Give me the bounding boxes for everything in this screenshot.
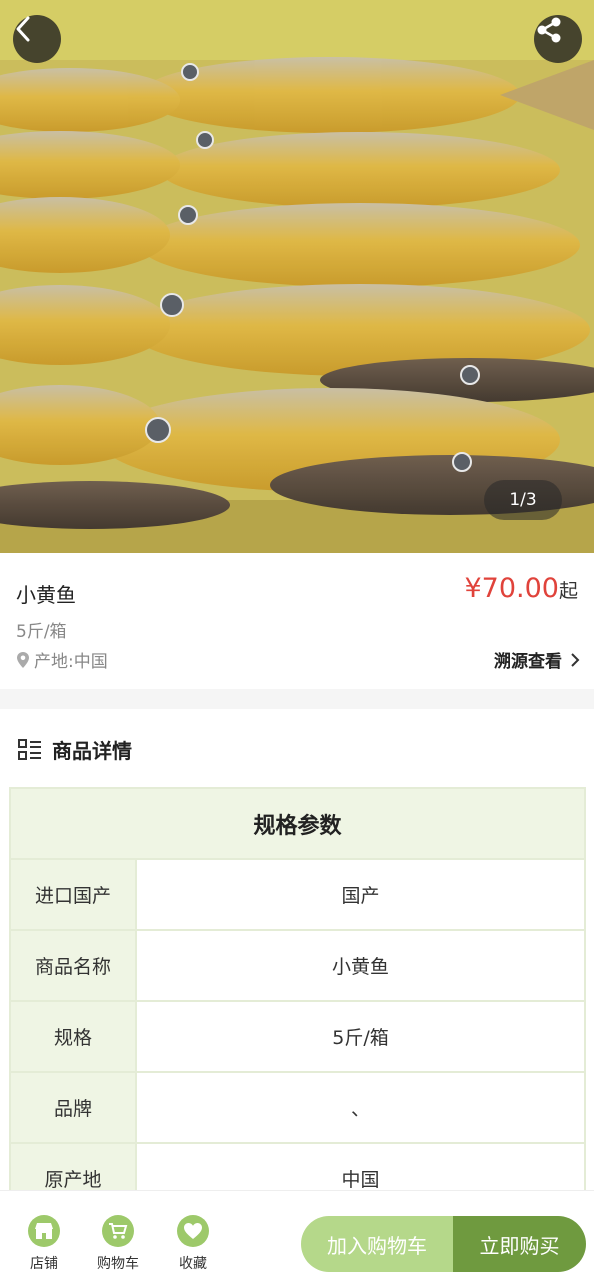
tab-label: 收藏 [179, 1256, 207, 1272]
share-icon [537, 17, 561, 43]
spec-value: 5斤/箱 [135, 1000, 586, 1073]
product-info: 小黄鱼 ¥70.00起 5斤/箱 产地:中国 溯源查看 [0, 553, 594, 689]
product-spec: 5斤/箱 [16, 622, 67, 642]
spec-value: 中国 [135, 1142, 586, 1190]
chevron-left-icon [16, 16, 30, 42]
table-row: 品牌 、 [9, 1071, 586, 1144]
image-pager: 1/3 [484, 480, 562, 520]
trace-link[interactable]: 溯源查看 [494, 647, 580, 672]
tab-label: 购物车 [97, 1256, 139, 1272]
spec-key: 商品名称 [9, 929, 137, 1002]
store-icon [28, 1215, 60, 1247]
cart-icon [102, 1215, 134, 1247]
spec-key: 规格 [9, 1000, 137, 1073]
table-row: 商品名称 小黄鱼 [9, 929, 586, 1002]
list-icon [18, 738, 41, 760]
product-detail-section: 商品详情 规格参数 进口国产 国产 商品名称 小黄鱼 规格 5斤/箱 品牌 、 [0, 709, 594, 1190]
table-row: 原产地 中国 [9, 1142, 586, 1190]
price-suffix: 起 [558, 580, 578, 602]
spec-table: 规格参数 进口国产 国产 商品名称 小黄鱼 规格 5斤/箱 品牌 、 原产地 中… [9, 787, 586, 1190]
product-price: ¥70.00起 [465, 573, 579, 604]
detail-title: 商品详情 [52, 739, 132, 763]
tab-favorite[interactable]: 收藏 [163, 1215, 223, 1273]
tab-store[interactable]: 店铺 [14, 1215, 74, 1273]
spec-key: 进口国产 [9, 858, 137, 931]
fish-photo [0, 0, 594, 553]
origin-label: 产地:中国 [34, 652, 108, 672]
buy-now-button[interactable]: 立即购买 [453, 1216, 586, 1272]
product-page: 1/3 小黄鱼 ¥70.00起 5斤/箱 产地:中国 溯源查看 商品详情 规格参… [0, 0, 594, 1280]
trace-label: 溯源查看 [494, 652, 562, 672]
product-origin: 产地:中国 [16, 647, 108, 672]
product-name: 小黄鱼 [16, 583, 76, 607]
table-row: 规格 5斤/箱 [9, 1000, 586, 1073]
detail-header: 商品详情 [18, 735, 132, 764]
spec-table-title: 规格参数 [9, 787, 586, 860]
spec-table-header-row: 规格参数 [9, 787, 586, 860]
share-button[interactable] [534, 15, 582, 63]
tab-cart[interactable]: 购物车 [88, 1215, 148, 1273]
spec-key: 原产地 [9, 1142, 137, 1190]
heart-icon [177, 1215, 209, 1247]
tab-label: 店铺 [30, 1256, 58, 1272]
spec-value: 国产 [135, 858, 586, 931]
back-button[interactable] [13, 15, 61, 63]
spec-value: 、 [135, 1071, 586, 1144]
spec-value: 小黄鱼 [135, 929, 586, 1002]
bottom-action-bar: 店铺 购物车 收藏 加入购物车 立即购买 [0, 1190, 594, 1280]
product-image-carousel[interactable]: 1/3 [0, 0, 594, 553]
spec-key: 品牌 [9, 1071, 137, 1144]
chevron-right-icon [571, 652, 580, 667]
add-to-cart-button[interactable]: 加入购物车 [301, 1216, 453, 1272]
location-pin-icon [17, 651, 29, 668]
table-row: 进口国产 国产 [9, 858, 586, 931]
price-value: ¥70.00 [464, 573, 559, 604]
